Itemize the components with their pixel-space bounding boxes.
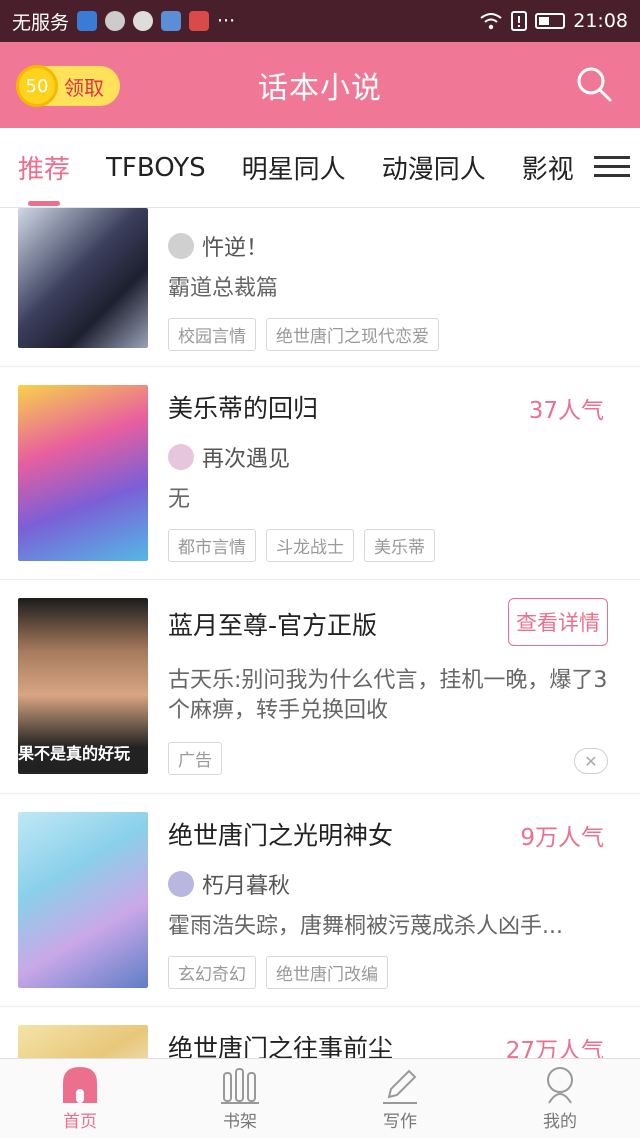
home-icon bbox=[63, 1067, 97, 1103]
book-cover-image bbox=[18, 385, 148, 561]
author-row: 朽月暮秋 bbox=[168, 868, 290, 900]
ad-image: 果不是真的好玩 bbox=[18, 598, 148, 774]
book-description: 无 bbox=[168, 487, 191, 512]
tag[interactable]: 绝世唐门之现代恋爱 bbox=[266, 318, 439, 351]
clock: 21:08 bbox=[573, 10, 628, 32]
tag[interactable]: 校园言情 bbox=[168, 318, 256, 351]
status-bar: 无服务 ··· 21:08 bbox=[0, 0, 640, 42]
list-item[interactable]: 美乐蒂的回归 37人气 再次遇见 无 都市言情 斗龙战士 美乐蒂 bbox=[0, 367, 640, 580]
pencil-icon bbox=[383, 1069, 417, 1104]
alert-icon bbox=[511, 11, 528, 31]
book-title: 绝世唐门之往事前尘 bbox=[168, 1034, 394, 1058]
tag-list: 都市言情 斗龙战士 美乐蒂 bbox=[168, 529, 435, 562]
tab-recommend[interactable]: 推荐 bbox=[18, 149, 70, 206]
nav-home-label: 首页 bbox=[63, 1112, 97, 1132]
author-name: 朽月暮秋 bbox=[202, 874, 291, 899]
author-row: 再次遇见 bbox=[168, 441, 290, 473]
nav-bookshelf-label: 书架 bbox=[223, 1112, 257, 1132]
book-description: 霍雨浩失踪，唐舞桐被污蔑成杀人凶手... bbox=[168, 914, 563, 939]
tab-anime-fanfic[interactable]: 动漫同人 bbox=[382, 149, 486, 186]
page-title: 话本小说 bbox=[258, 71, 382, 106]
ad-label-row: 广告 bbox=[168, 742, 222, 775]
ad-image-caption: 果不是真的好玩 bbox=[18, 744, 131, 763]
category-tabs: 推荐 TFBOYS 明星同人 动漫同人 影视 bbox=[0, 128, 640, 208]
author-row: 忤逆！ bbox=[168, 230, 268, 262]
tag-list: 校园言情 绝世唐门之现代恋爱 bbox=[168, 318, 439, 351]
coin-icon: 50 bbox=[16, 65, 58, 107]
book-description: 霸道总裁篇 bbox=[168, 276, 279, 301]
nav-write[interactable]: 写作 bbox=[320, 1059, 480, 1138]
book-title: 绝世唐门之光明神女 bbox=[168, 821, 394, 850]
tab-tfboys[interactable]: TFBOYS bbox=[106, 153, 206, 183]
ad-item[interactable]: 果不是真的好玩 蓝月至尊-官方正版 查看详情 古天乐:别问我为什么代言，挂机一晚… bbox=[0, 580, 640, 794]
book-cover-image bbox=[18, 208, 148, 348]
author-avatar bbox=[168, 233, 194, 259]
claim-coin-button[interactable]: 50 领取 bbox=[16, 65, 120, 107]
author-name: 忤逆！ bbox=[202, 236, 269, 261]
tag[interactable]: 都市言情 bbox=[168, 529, 256, 562]
ad-description: 古天乐:别问我为什么代言，挂机一晚，爆了3个麻痹，转手兑换回收 bbox=[168, 668, 608, 723]
popularity: 27万人气 bbox=[505, 1038, 604, 1058]
author-name: 再次遇见 bbox=[202, 447, 291, 472]
app-header: 50 领取 话本小说 bbox=[0, 42, 640, 128]
profile-icon bbox=[547, 1067, 573, 1104]
ad-label: 广告 bbox=[168, 742, 222, 775]
author-avatar bbox=[168, 871, 194, 897]
cloud-icon bbox=[133, 11, 154, 31]
book-title: 美乐蒂的回归 bbox=[168, 394, 319, 423]
author-avatar bbox=[168, 444, 194, 470]
app-icon bbox=[161, 11, 182, 31]
view-details-button[interactable]: 查看详情 bbox=[508, 598, 608, 646]
book-list: 忤逆！ 霸道总裁篇 校园言情 绝世唐门之现代恋爱 美乐蒂的回归 37人气 再次遇… bbox=[0, 208, 640, 1058]
search-icon[interactable] bbox=[574, 64, 614, 104]
book-icon bbox=[189, 11, 210, 31]
nav-profile-label: 我的 bbox=[543, 1112, 577, 1132]
nav-profile[interactable]: 我的 bbox=[480, 1059, 640, 1138]
tag[interactable]: 美乐蒂 bbox=[364, 529, 435, 562]
more-icon: ··· bbox=[217, 10, 236, 32]
wifi-icon bbox=[480, 13, 502, 30]
bookshelf-icon bbox=[221, 1068, 259, 1104]
baidu-icon bbox=[77, 11, 98, 31]
carrier-text: 无服务 bbox=[12, 11, 70, 34]
popularity: 9万人气 bbox=[520, 825, 604, 851]
book-cover-image bbox=[18, 812, 148, 988]
nav-home[interactable]: 首页 bbox=[0, 1059, 160, 1138]
tag[interactable]: 斗龙战士 bbox=[266, 529, 354, 562]
list-item[interactable]: 忤逆！ 霸道总裁篇 校园言情 绝世唐门之现代恋爱 bbox=[0, 208, 640, 367]
nav-bookshelf[interactable]: 书架 bbox=[160, 1059, 320, 1138]
tab-menu-icon[interactable] bbox=[594, 150, 630, 186]
ad-title: 蓝月至尊-官方正版 bbox=[168, 611, 378, 640]
nav-write-label: 写作 bbox=[383, 1112, 417, 1132]
tab-film[interactable]: 影视 bbox=[522, 149, 574, 186]
tab-star-fanfic[interactable]: 明星同人 bbox=[242, 149, 346, 186]
tag[interactable]: 玄幻奇幻 bbox=[168, 956, 256, 989]
list-item[interactable]: 绝世唐门之光明神女 9万人气 朽月暮秋 霍雨浩失踪，唐舞桐被污蔑成杀人凶手...… bbox=[0, 794, 640, 1007]
claim-label: 领取 bbox=[64, 75, 104, 100]
tag-list: 玄幻奇幻 绝世唐门改编 bbox=[168, 956, 388, 989]
list-item[interactable]: 绝世唐门之往事前尘 27万人气 bbox=[0, 1007, 640, 1058]
wechat-icon bbox=[105, 11, 126, 31]
bottom-nav: 首页 书架 写作 我的 bbox=[0, 1058, 640, 1138]
close-icon[interactable]: ✕ bbox=[574, 748, 608, 774]
battery-icon bbox=[535, 13, 566, 29]
tag[interactable]: 绝世唐门改编 bbox=[266, 956, 388, 989]
book-cover-image bbox=[18, 1025, 148, 1058]
popularity: 37人气 bbox=[528, 398, 604, 424]
